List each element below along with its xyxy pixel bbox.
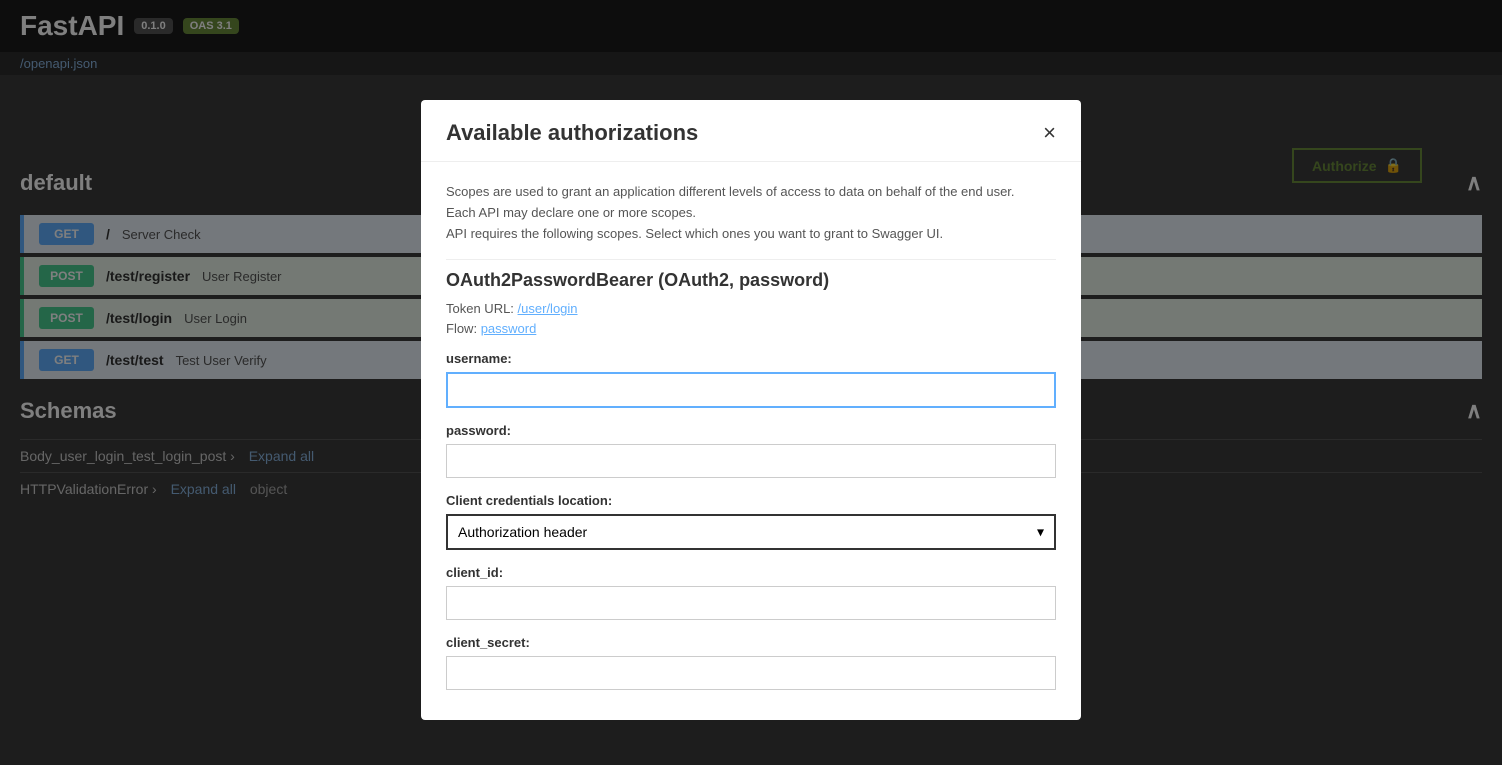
password-label: password: xyxy=(446,423,1056,438)
client-id-label: client_id: xyxy=(446,565,1056,580)
modal-dialog: Available authorizations × Scopes are us… xyxy=(421,100,1081,720)
password-input[interactable] xyxy=(446,444,1056,478)
flow-info: Flow: password xyxy=(446,321,1056,336)
token-url-info: Token URL: /user/login xyxy=(446,301,1056,316)
modal-title: Available authorizations xyxy=(446,120,698,146)
desc-line1: Scopes are used to grant an application … xyxy=(446,182,1056,203)
desc-line2: Each API may declare one or more scopes. xyxy=(446,203,1056,224)
page-background: FastAPI 0.1.0 OAS 3.1 /openapi.json Auth… xyxy=(0,0,1502,765)
client-credentials-select-wrapper: Authorization header Request body xyxy=(446,514,1056,550)
oauth-section: OAuth2PasswordBearer (OAuth2, password) … xyxy=(446,259,1056,690)
flow-value[interactable]: password xyxy=(481,321,537,336)
modal-header: Available authorizations × xyxy=(421,100,1081,162)
token-url-label: Token URL: xyxy=(446,301,514,316)
client-id-group: client_id: xyxy=(446,565,1056,620)
password-group: password: xyxy=(446,423,1056,478)
modal-close-button[interactable]: × xyxy=(1043,122,1056,144)
modal-description: Scopes are used to grant an application … xyxy=(446,182,1056,244)
desc-line3: API requires the following scopes. Selec… xyxy=(446,224,1056,245)
modal-body: Scopes are used to grant an application … xyxy=(421,162,1081,720)
client-secret-input[interactable] xyxy=(446,656,1056,690)
oauth-section-title: OAuth2PasswordBearer (OAuth2, password) xyxy=(446,259,1056,291)
username-label: username: xyxy=(446,351,1056,366)
client-secret-group: client_secret: xyxy=(446,635,1056,690)
client-id-input[interactable] xyxy=(446,586,1056,620)
client-secret-label: client_secret: xyxy=(446,635,1056,650)
client-credentials-select[interactable]: Authorization header Request body xyxy=(446,514,1056,550)
username-group: username: xyxy=(446,351,1056,408)
modal-overlay: Available authorizations × Scopes are us… xyxy=(0,0,1502,765)
flow-label: Flow: xyxy=(446,321,477,336)
client-credentials-label: Client credentials location: xyxy=(446,493,1056,508)
username-input[interactable] xyxy=(446,372,1056,408)
client-credentials-group: Client credentials location: Authorizati… xyxy=(446,493,1056,550)
token-url-value[interactable]: /user/login xyxy=(518,301,578,316)
